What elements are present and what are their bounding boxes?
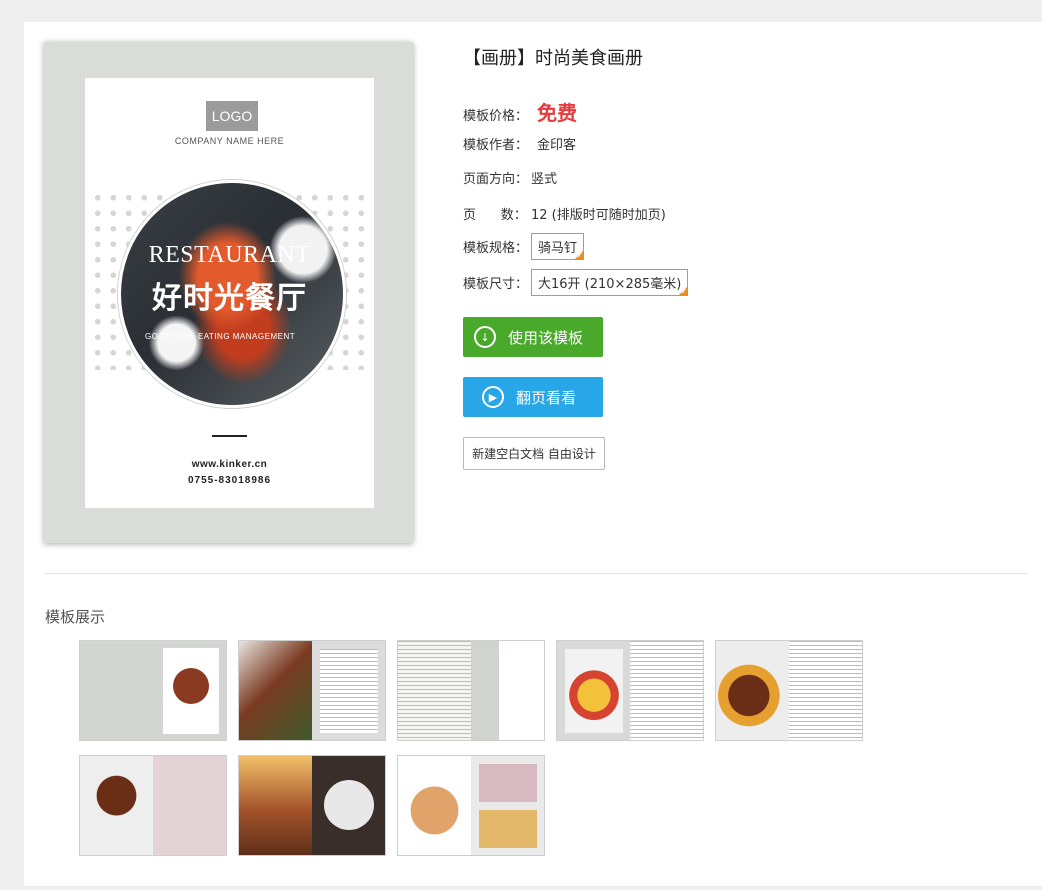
gallery-thumbnail-1[interactable] bbox=[79, 640, 227, 741]
cover-restaurant-title: RESTAURANT bbox=[148, 242, 311, 268]
section-divider bbox=[44, 573, 1028, 574]
check-icon: ✓ bbox=[680, 287, 688, 296]
gallery-thumbnail-5[interactable] bbox=[715, 640, 863, 741]
spec-row: 模板规格： 骑马钉 ✓ bbox=[463, 233, 585, 260]
price-label: 模板价格： bbox=[463, 109, 529, 124]
cover-page: LOGO COMPANY NAME HERE RESTAURANT 好时光餐厅 … bbox=[85, 78, 374, 508]
price-row: 模板价格： 免费 bbox=[463, 97, 577, 126]
cover-phone: 0755-83018986 bbox=[187, 475, 272, 486]
cover-logo: LOGO bbox=[206, 101, 258, 131]
pages-label: 页 数： bbox=[463, 208, 527, 223]
gallery-thumbnail-4[interactable] bbox=[556, 640, 704, 741]
gallery-thumbnail-7[interactable] bbox=[238, 755, 386, 856]
cover-preview[interactable]: LOGO COMPANY NAME HERE RESTAURANT 好时光餐厅 … bbox=[44, 42, 413, 543]
gallery-thumbnail-3[interactable] bbox=[397, 640, 545, 741]
orientation-row: 页面方向： 竖式 bbox=[463, 168, 557, 187]
orientation-value: 竖式 bbox=[531, 172, 558, 187]
pages-row: 页 数： 12 (排版时可随时加页) bbox=[463, 204, 666, 223]
spec-option-selected[interactable]: 骑马钉 ✓ bbox=[531, 233, 585, 260]
author-label: 模板作者： bbox=[463, 138, 529, 153]
orientation-label: 页面方向： bbox=[463, 172, 529, 187]
use-template-button[interactable]: ↓ 使用该模板 bbox=[463, 317, 603, 357]
download-icon: ↓ bbox=[474, 326, 496, 348]
spec-value: 骑马钉 bbox=[538, 241, 578, 256]
template-title: 【画册】时尚美食画册 bbox=[463, 48, 643, 69]
cover-chinese-title: 好时光餐厅 bbox=[152, 281, 307, 316]
cover-divider bbox=[212, 435, 247, 437]
cover-url: www.kinker.cn bbox=[191, 459, 268, 470]
size-option-selected[interactable]: 大16开 (210×285毫米) ✓ bbox=[531, 269, 689, 296]
new-blank-document-button[interactable]: 新建空白文档 自由设计 bbox=[463, 437, 605, 470]
use-template-label: 使用该模板 bbox=[508, 328, 584, 347]
flip-view-label: 翻页看看 bbox=[516, 388, 577, 407]
cover-slogan: GOOD TIME EATING MANAGEMENT bbox=[145, 332, 296, 341]
spec-label: 模板规格： bbox=[463, 241, 529, 256]
play-icon: ▶ bbox=[482, 386, 504, 408]
author-value: 金印客 bbox=[537, 138, 577, 153]
price-value: 免费 bbox=[537, 101, 577, 125]
gallery-thumbnail-8[interactable] bbox=[397, 755, 545, 856]
gallery-thumbnail-2[interactable] bbox=[238, 640, 386, 741]
size-value: 大16开 (210×285毫米) bbox=[538, 277, 682, 292]
flip-view-button[interactable]: ▶ 翻页看看 bbox=[463, 377, 603, 417]
check-icon: ✓ bbox=[576, 251, 584, 260]
cover-company-name: COMPANY NAME HERE bbox=[174, 136, 285, 146]
author-row: 模板作者： 金印客 bbox=[463, 134, 576, 153]
size-row: 模板尺寸： 大16开 (210×285毫米) ✓ bbox=[463, 269, 689, 296]
gallery-section-title: 模板展示 bbox=[45, 608, 106, 626]
gallery-thumbnail-6[interactable] bbox=[79, 755, 227, 856]
size-label: 模板尺寸： bbox=[463, 277, 529, 292]
pages-value: 12 (排版时可随时加页) bbox=[531, 208, 666, 223]
